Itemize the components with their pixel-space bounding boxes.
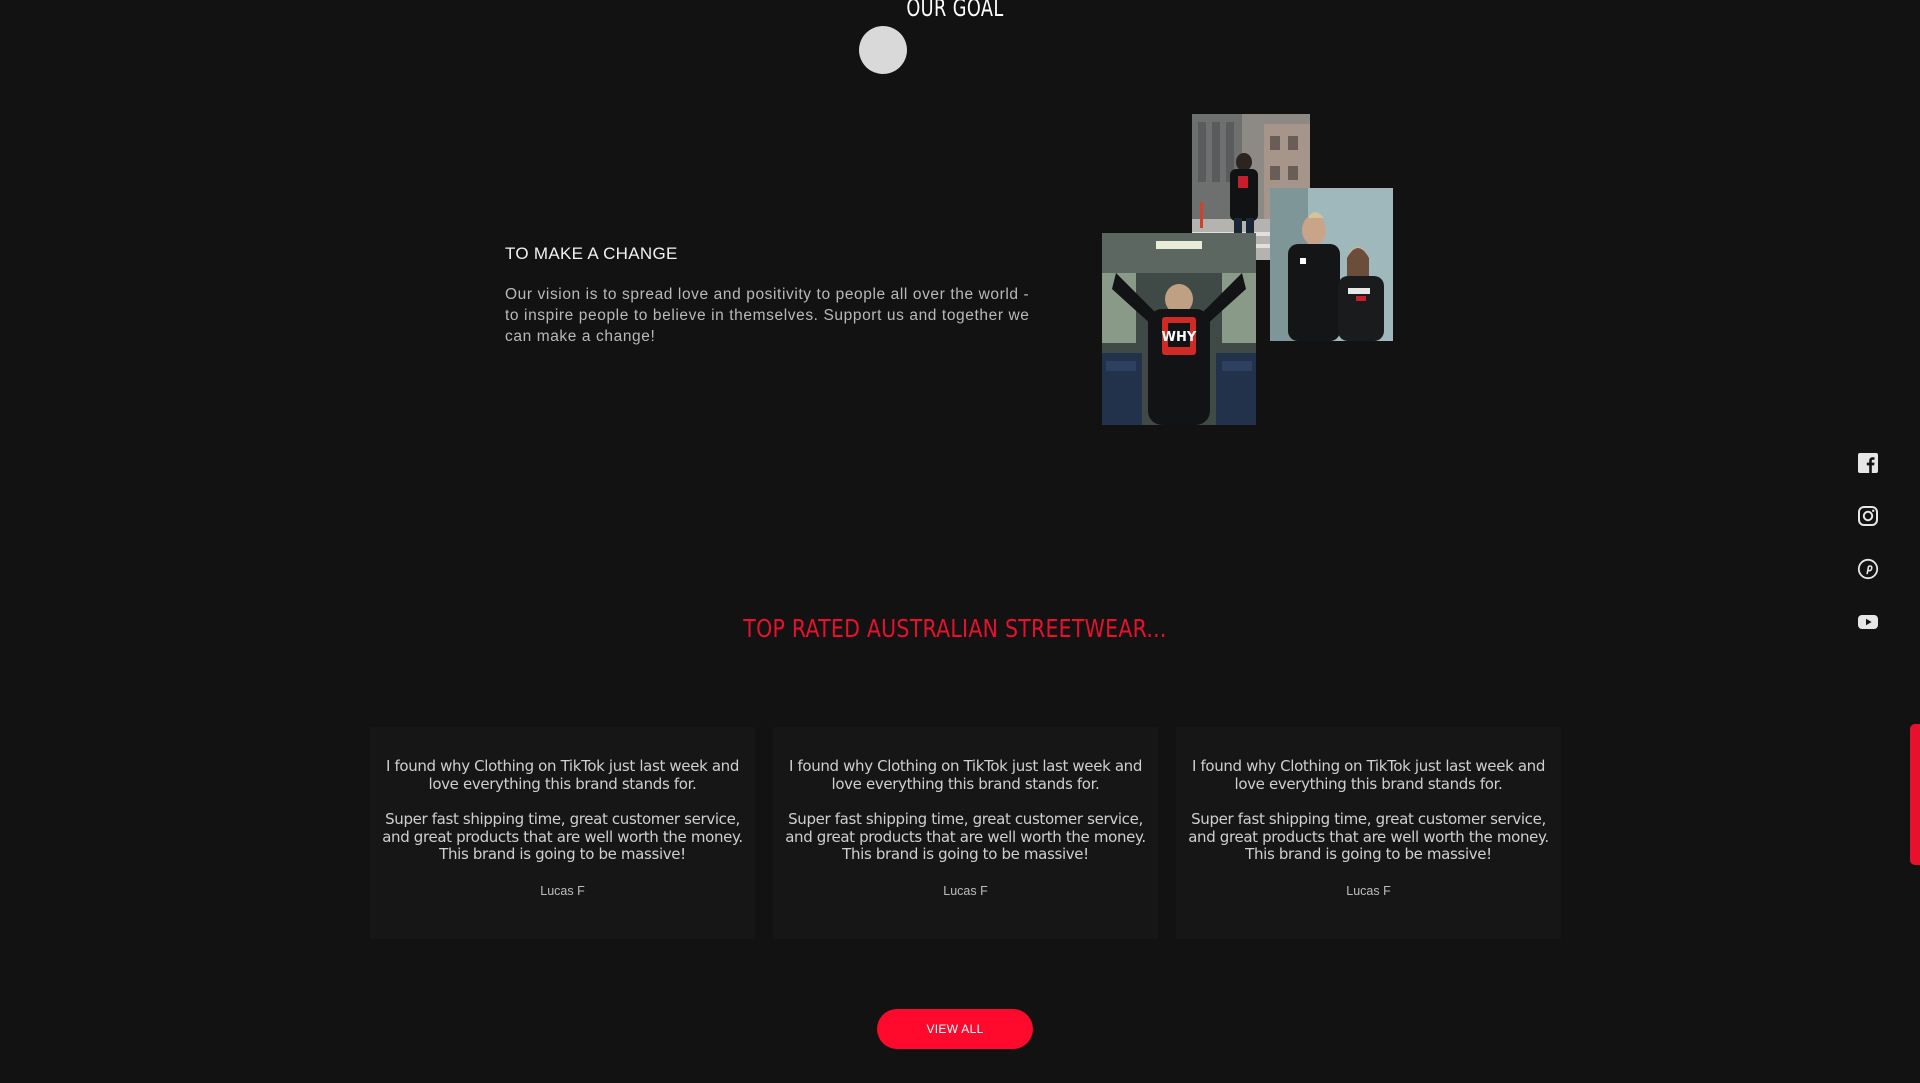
review-text: I found why Clothing on TikTok just last… xyxy=(788,757,1142,793)
svg-text:WHY: WHY xyxy=(1162,330,1197,345)
review-text: I found why Clothing on TikTok just last… xyxy=(385,757,739,793)
review-author: Lucas F xyxy=(943,883,988,898)
pinterest-icon[interactable] xyxy=(1857,558,1879,580)
review-card: I found why Clothing on TikTok just last… xyxy=(773,727,1158,939)
photo-couple-hoodies xyxy=(1270,188,1393,341)
review-card: I found why Clothing on TikTok just last… xyxy=(370,727,755,939)
goal-heading: TO MAKE A CHANGE xyxy=(505,244,678,263)
page: OUR GOAL TO MAKE A CHANGE Our vision is … xyxy=(0,0,1920,1083)
review-text: Super fast shipping time, great customer… xyxy=(1188,810,1549,863)
reviews-section-title: TOP RATED AUSTRALIAN STREETWEAR... xyxy=(743,614,1167,643)
review-text: Super fast shipping time, great customer… xyxy=(382,810,743,863)
review-author: Lucas F xyxy=(1346,883,1391,898)
carousel-dot[interactable] xyxy=(859,26,907,74)
view-all-button[interactable]: VIEW ALL xyxy=(877,1009,1033,1049)
photo-train-hoodie: WHY xyxy=(1102,233,1256,425)
review-author: Lucas F xyxy=(540,883,585,898)
reviews-list: I found why Clothing on TikTok just last… xyxy=(370,727,1561,939)
instagram-icon[interactable] xyxy=(1857,505,1879,527)
review-card: I found why Clothing on TikTok just last… xyxy=(1176,727,1561,939)
goal-body: Our vision is to spread love and positiv… xyxy=(505,286,1030,345)
goal-section-title: OUR GOAL xyxy=(906,0,1004,22)
scroll-indicator[interactable] xyxy=(1910,724,1920,865)
goal-text-block: TO MAKE A CHANGE Our vision is to spread… xyxy=(505,244,1045,347)
social-links xyxy=(1856,452,1880,664)
review-text: I found why Clothing on TikTok just last… xyxy=(1191,757,1545,793)
youtube-icon[interactable] xyxy=(1857,611,1879,633)
review-text: Super fast shipping time, great customer… xyxy=(785,810,1146,863)
facebook-icon[interactable] xyxy=(1857,452,1879,474)
